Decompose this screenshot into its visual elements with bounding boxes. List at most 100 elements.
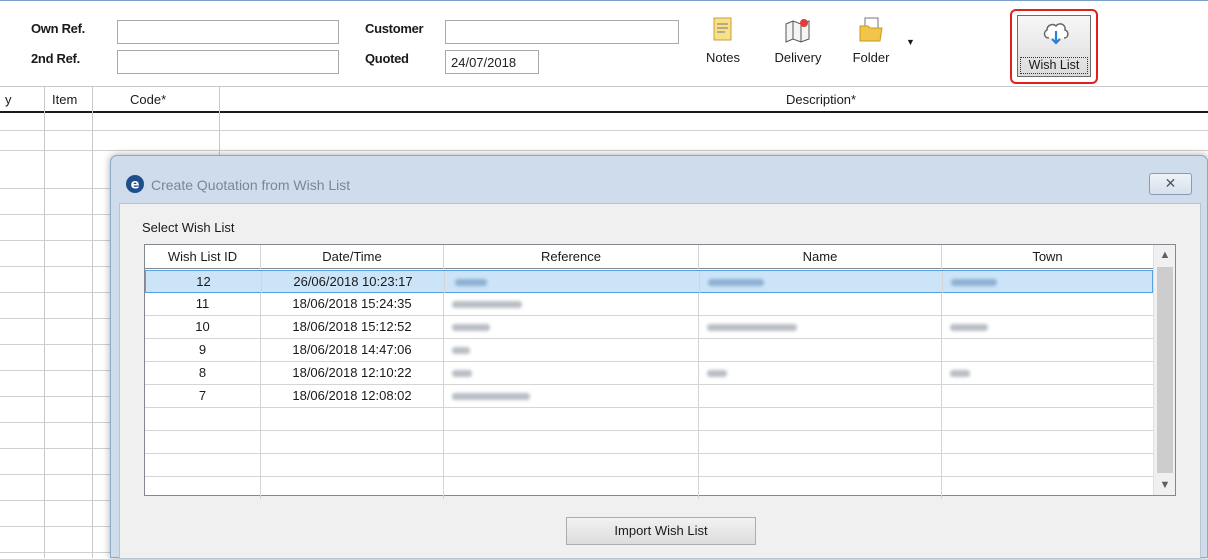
- cell-town-redacted: [942, 316, 1153, 338]
- customer-input[interactable]: [445, 20, 679, 44]
- svg-text:e: e: [131, 178, 140, 193]
- scroll-down-icon[interactable]: ▼: [1154, 475, 1176, 495]
- close-button[interactable]: ✕: [1149, 173, 1192, 195]
- wish-list-table: Wish List ID Date/Time Reference Name To…: [144, 244, 1176, 499]
- cell-datetime: 26/06/2018 10:23:17: [262, 271, 445, 293]
- scroll-up-icon[interactable]: ▲: [1154, 245, 1176, 265]
- create-quotation-dialog: e Create Quotation from Wish List ✕ Sele…: [110, 155, 1208, 559]
- cell-datetime: 18/06/2018 12:08:02: [261, 385, 444, 407]
- grid-row-line: [0, 500, 110, 501]
- cell-id: 7: [145, 385, 261, 407]
- grid-row-line: [0, 240, 110, 241]
- grid-row-line: [0, 214, 110, 215]
- quoted-label: Quoted: [365, 51, 409, 66]
- delivery-button[interactable]: Delivery: [762, 17, 834, 65]
- cell-name: [699, 293, 942, 315]
- table-row[interactable]: 11 18/06/2018 15:24:35: [145, 293, 1153, 316]
- select-wish-list-label: Select Wish List: [142, 220, 235, 235]
- col-date-time[interactable]: Date/Time: [261, 245, 444, 269]
- grid-row-line: [0, 188, 110, 189]
- grid-row-line: [0, 448, 110, 449]
- col-wish-list-id[interactable]: Wish List ID: [145, 245, 261, 269]
- col-reference[interactable]: Reference: [444, 245, 699, 269]
- cell-name-redacted: [699, 362, 942, 384]
- cell-id: 10: [145, 316, 261, 338]
- quotation-header: Own Ref. 2nd Ref. Customer Quoted Notes …: [0, 0, 1208, 86]
- cell-id: 8: [145, 362, 261, 384]
- customer-label: Customer: [365, 21, 424, 36]
- grid-row-line: [0, 150, 1208, 151]
- cell-id: 12: [146, 271, 262, 293]
- wish-list-button[interactable]: Wish List: [1017, 15, 1091, 77]
- grid-row-line: [0, 474, 110, 475]
- cloud-download-icon: [1041, 20, 1071, 49]
- grid-row-line: [0, 292, 110, 293]
- vertical-scrollbar[interactable]: ▲ ▼: [1153, 245, 1175, 495]
- grid-header: y Item Code* Description*: [0, 86, 1208, 113]
- cell-name-redacted: [700, 271, 943, 293]
- cell-town: [942, 339, 1153, 361]
- notes-icon: [698, 17, 748, 46]
- own-ref-label: Own Ref.: [31, 21, 85, 36]
- cell-datetime: 18/06/2018 15:12:52: [261, 316, 444, 338]
- grid-row-line: [0, 266, 110, 267]
- grid-row-line: [0, 526, 110, 527]
- grid-row-line: [0, 370, 110, 371]
- second-ref-label: 2nd Ref.: [31, 51, 80, 66]
- dropdown-arrow-icon[interactable]: ▼: [906, 37, 915, 47]
- grid-divider: [92, 86, 93, 558]
- empty-row: [145, 454, 1153, 477]
- close-icon: ✕: [1164, 175, 1177, 191]
- folder-label: Folder: [852, 50, 890, 65]
- cell-id: 9: [145, 339, 261, 361]
- grid-row-line: [0, 318, 110, 319]
- cell-reference-redacted: [445, 271, 700, 293]
- cell-id: 11: [145, 293, 261, 315]
- cell-town: [942, 293, 1153, 315]
- grid-divider: [44, 86, 45, 558]
- cell-datetime: 18/06/2018 14:47:06: [261, 339, 444, 361]
- notes-button[interactable]: Notes: [698, 17, 748, 65]
- grid-divider: [219, 86, 220, 156]
- grid-row-line: [0, 344, 110, 345]
- empty-row: [145, 477, 1153, 500]
- cell-reference-redacted: [444, 362, 699, 384]
- cell-town-redacted: [942, 362, 1153, 384]
- folder-icon: [842, 17, 900, 46]
- table-row[interactable]: 8 18/06/2018 12:10:22: [145, 362, 1153, 385]
- col-name[interactable]: Name: [699, 245, 942, 269]
- empty-row: [145, 408, 1153, 431]
- grid-row-line: [0, 422, 110, 423]
- table-row[interactable]: 9 18/06/2018 14:47:06: [145, 339, 1153, 362]
- empty-row: [145, 431, 1153, 454]
- folder-button[interactable]: Folder: [842, 17, 900, 65]
- grid-col-description: Description*: [786, 92, 857, 107]
- grid-row-line: [0, 130, 1208, 131]
- cell-town-redacted: [943, 271, 1154, 293]
- grid-col-code: Code*: [130, 92, 167, 107]
- grid-col-partial: y: [5, 92, 12, 107]
- delivery-label: Delivery: [774, 50, 822, 65]
- table-header: Wish List ID Date/Time Reference Name To…: [145, 245, 1153, 269]
- dialog-title: Create Quotation from Wish List: [151, 177, 351, 193]
- notes-label: Notes: [706, 50, 740, 65]
- second-ref-input[interactable]: [117, 50, 339, 74]
- import-wish-list-button[interactable]: Import Wish List: [566, 517, 756, 545]
- wish-list-label: Wish List: [1020, 57, 1088, 74]
- col-town[interactable]: Town: [942, 245, 1153, 269]
- table-row[interactable]: 12 26/06/2018 10:23:17: [145, 270, 1153, 293]
- app-logo-icon: e: [125, 174, 145, 197]
- own-ref-input[interactable]: [117, 20, 339, 44]
- cell-datetime: 18/06/2018 15:24:35: [261, 293, 444, 315]
- scrollbar-thumb[interactable]: [1157, 267, 1173, 473]
- cell-reference-redacted: [444, 293, 699, 315]
- table-row[interactable]: 10 18/06/2018 15:12:52: [145, 316, 1153, 339]
- grid-col-item: Item: [52, 92, 78, 107]
- grid-row-line: [0, 552, 110, 553]
- table-row[interactable]: 7 18/06/2018 12:08:02: [145, 385, 1153, 408]
- quoted-date-input[interactable]: [445, 50, 539, 74]
- cell-town: [942, 385, 1153, 407]
- grid-row-line: [0, 396, 110, 397]
- cell-reference-redacted: [444, 339, 699, 361]
- delivery-map-icon: [762, 17, 834, 46]
